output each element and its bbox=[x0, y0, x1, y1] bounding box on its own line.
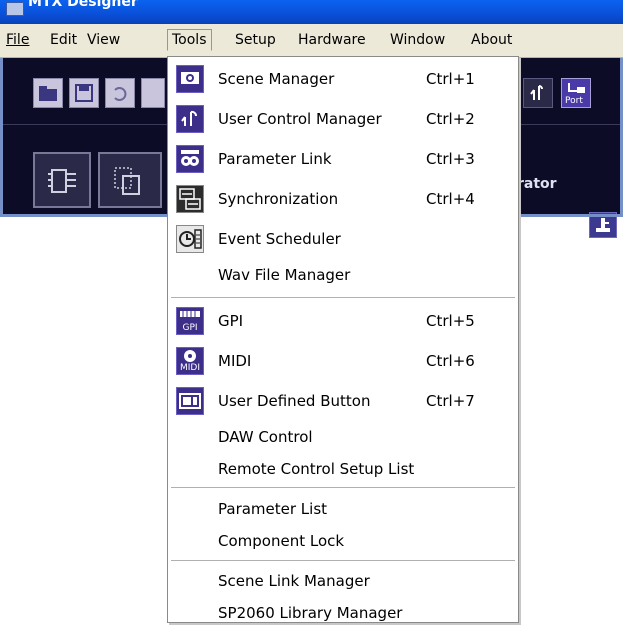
menu-item-sp2060-library-manager[interactable]: SP2060 Library Manager bbox=[168, 595, 518, 631]
circuit-icon bbox=[48, 169, 76, 193]
user-control-toolbar-button[interactable] bbox=[523, 78, 553, 108]
save-button[interactable] bbox=[69, 78, 99, 108]
menu-item-remote-control-setup-list[interactable]: Remote Control Setup List bbox=[168, 451, 518, 487]
app-icon bbox=[6, 2, 24, 16]
undo-button[interactable] bbox=[105, 78, 135, 108]
undo-icon bbox=[114, 87, 127, 101]
menu-item-user-control-manager[interactable]: User Control Manager Ctrl+2 bbox=[168, 101, 518, 137]
midi-icon: MIDI bbox=[176, 347, 204, 375]
generator-label: rator bbox=[517, 176, 557, 192]
menu-item-parameter-list[interactable]: Parameter List bbox=[168, 491, 518, 527]
parameter-link-icon bbox=[176, 145, 204, 173]
menu-item-component-lock[interactable]: Component Lock bbox=[168, 523, 518, 559]
port-icon bbox=[568, 83, 585, 93]
menu-edit[interactable]: Edit bbox=[50, 32, 77, 48]
menu-item-synchronization[interactable]: Synchronization Ctrl+4 bbox=[168, 181, 518, 217]
synchronization-icon bbox=[176, 185, 204, 213]
tools-menu: Scene Manager Ctrl+1 User Control Manage… bbox=[167, 56, 519, 623]
menu-item-event-scheduler[interactable]: Event Scheduler bbox=[168, 221, 518, 257]
title-bar: MTX Designer bbox=[0, 0, 623, 24]
menu-tools[interactable]: Tools bbox=[167, 29, 212, 51]
menu-item-midi[interactable]: MIDI MIDI Ctrl+6 bbox=[168, 343, 518, 379]
menu-setup[interactable]: Setup bbox=[235, 32, 276, 48]
save-icon bbox=[75, 84, 93, 102]
menu-view[interactable]: View bbox=[87, 32, 120, 48]
user-control-icon bbox=[176, 105, 204, 133]
port-button[interactable]: Port bbox=[561, 78, 591, 108]
new-page-button[interactable] bbox=[98, 152, 162, 208]
component-editor-button[interactable] bbox=[33, 152, 91, 208]
menu-item-gpi[interactable]: GPI GPI Ctrl+5 bbox=[168, 303, 518, 339]
gpi-icon: GPI bbox=[176, 307, 204, 335]
menu-window[interactable]: Window bbox=[390, 32, 445, 48]
menu-item-parameter-link[interactable]: Parameter Link Ctrl+3 bbox=[168, 141, 518, 177]
event-scheduler-icon bbox=[176, 225, 204, 253]
user-control-icon bbox=[530, 85, 543, 100]
user-defined-button-icon bbox=[176, 387, 204, 415]
folder-icon bbox=[39, 86, 57, 101]
menu-hardware[interactable]: Hardware bbox=[298, 32, 366, 48]
menu-item-daw-control[interactable]: DAW Control bbox=[168, 419, 518, 455]
page-icon bbox=[114, 167, 140, 195]
window-title: MTX Designer bbox=[28, 0, 138, 10]
menu-separator bbox=[171, 487, 515, 489]
open-file-button[interactable] bbox=[33, 78, 63, 108]
menu-about[interactable]: About bbox=[471, 32, 512, 48]
menu-file[interactable]: File bbox=[6, 32, 29, 48]
menu-item-wav-file-manager[interactable]: Wav File Manager bbox=[168, 257, 518, 293]
redo-button[interactable] bbox=[141, 78, 165, 108]
menu-separator bbox=[171, 297, 515, 299]
menu-item-scene-manager[interactable]: Scene Manager Ctrl+1 bbox=[168, 61, 518, 97]
menu-item-scene-link-manager[interactable]: Scene Link Manager bbox=[168, 563, 518, 599]
menu-item-user-defined-button[interactable]: User Defined Button Ctrl+7 bbox=[168, 383, 518, 419]
menu-bar: File Edit View Tools Setup Hardware Wind… bbox=[0, 24, 623, 58]
menu-separator bbox=[171, 560, 515, 562]
scene-manager-icon bbox=[176, 65, 204, 93]
